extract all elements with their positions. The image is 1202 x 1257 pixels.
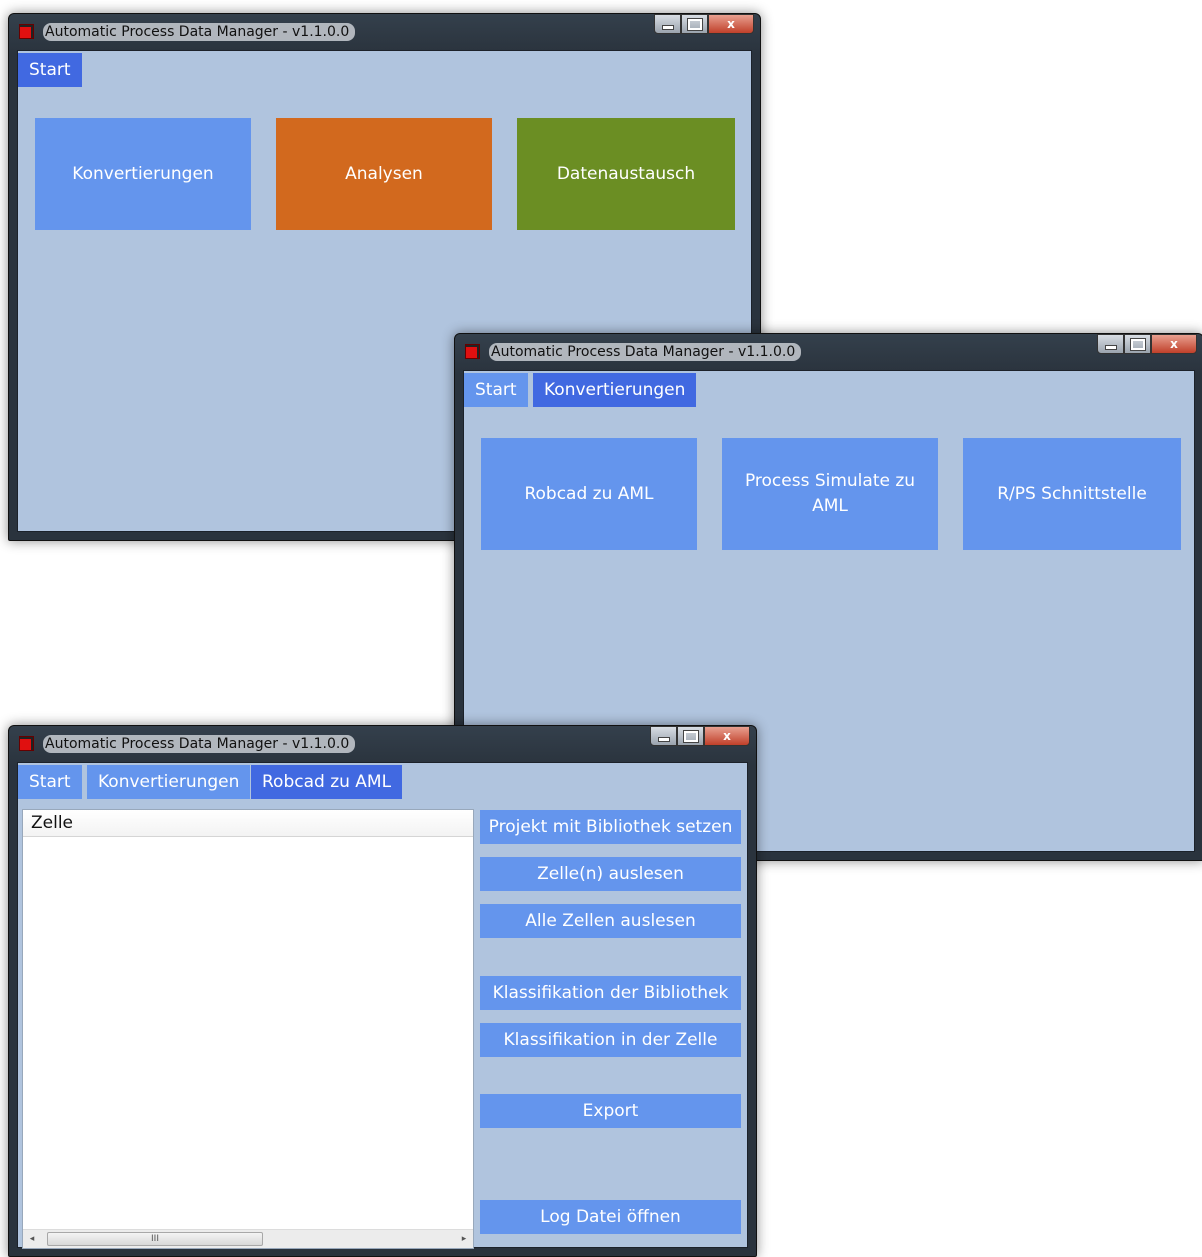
cell-list[interactable]: Zelle ◂ III ▸: [22, 809, 474, 1249]
close-button[interactable]: x: [708, 14, 754, 34]
zellen-auslesen-button[interactable]: Zelle(n) auslesen: [480, 857, 741, 891]
window-title: Automatic Process Data Manager - v1.1.0.…: [489, 343, 802, 361]
export-button[interactable]: Export: [480, 1094, 741, 1128]
close-icon: x: [1170, 337, 1178, 351]
maximize-icon: [686, 17, 703, 31]
window-title: Automatic Process Data Manager - v1.1.0.…: [43, 735, 356, 753]
log-datei-oeffnen-button[interactable]: Log Datei öffnen: [480, 1200, 741, 1234]
close-button[interactable]: x: [704, 726, 750, 746]
title-bar[interactable]: Automatic Process Data Manager - v1.1.0.…: [455, 334, 1202, 370]
minimize-button[interactable]: [1097, 334, 1124, 354]
close-icon: x: [727, 17, 735, 31]
title-bar[interactable]: Automatic Process Data Manager - v1.1.0.…: [9, 14, 760, 50]
tile-robcad-zu-aml[interactable]: Robcad zu AML: [481, 438, 697, 550]
maximize-icon: [1129, 337, 1146, 351]
projekt-mit-bibliothek-setzen-button[interactable]: Projekt mit Bibliothek setzen: [480, 810, 741, 844]
tab-konvertierungen[interactable]: Konvertierungen: [533, 373, 697, 407]
minimize-button[interactable]: [650, 726, 677, 746]
maximize-icon: [682, 729, 699, 743]
tab-start[interactable]: Start: [18, 53, 82, 87]
close-button[interactable]: x: [1151, 334, 1197, 354]
scroll-left-arrow-icon[interactable]: ◂: [23, 1230, 41, 1248]
klassifikation-der-bibliothek-button[interactable]: Klassifikation der Bibliothek: [480, 976, 741, 1010]
scroll-grip-icon: III: [151, 1234, 159, 1244]
klassifikation-in-der-zelle-button[interactable]: Klassifikation in der Zelle: [480, 1023, 741, 1057]
window-robcad-zu-aml: Automatic Process Data Manager - v1.1.0.…: [8, 725, 757, 1257]
window-controls: x: [654, 14, 754, 36]
app-icon: [465, 344, 480, 359]
client-area: Start Konvertierungen Robcad zu AML Zell…: [17, 762, 748, 1249]
tab-konvertierungen[interactable]: Konvertierungen: [87, 765, 251, 799]
tile-analysen[interactable]: Analysen: [276, 118, 492, 230]
window-controls: x: [1097, 334, 1197, 356]
title-bar[interactable]: Automatic Process Data Manager - v1.1.0.…: [9, 726, 756, 762]
column-header-zelle[interactable]: Zelle: [23, 810, 473, 837]
minimize-button[interactable]: [654, 14, 681, 34]
scroll-right-arrow-icon[interactable]: ▸: [455, 1230, 473, 1248]
minimize-icon: [661, 24, 674, 30]
alle-zellen-auslesen-button[interactable]: Alle Zellen auslesen: [480, 904, 741, 938]
maximize-button[interactable]: [677, 726, 704, 746]
app-icon: [19, 736, 34, 751]
horizontal-scrollbar[interactable]: ◂ III ▸: [23, 1229, 473, 1248]
app-icon: [19, 24, 34, 39]
tab-robcad-zu-aml[interactable]: Robcad zu AML: [251, 765, 403, 799]
scroll-thumb[interactable]: III: [47, 1232, 263, 1246]
tab-start[interactable]: Start: [464, 373, 528, 407]
maximize-button[interactable]: [681, 14, 708, 34]
tile-rps-schnittstelle[interactable]: R/PS Schnittstelle: [963, 438, 1181, 550]
tile-datenaustausch[interactable]: Datenaustausch: [517, 118, 735, 230]
tab-start[interactable]: Start: [18, 765, 82, 799]
close-icon: x: [723, 729, 731, 743]
maximize-button[interactable]: [1124, 334, 1151, 354]
tile-process-simulate-zu-aml[interactable]: Process Simulate zu AML: [722, 438, 938, 550]
window-controls: x: [650, 726, 750, 748]
tile-konvertierungen[interactable]: Konvertierungen: [35, 118, 251, 230]
minimize-icon: [1104, 344, 1117, 350]
minimize-icon: [657, 736, 670, 742]
window-title: Automatic Process Data Manager - v1.1.0.…: [43, 23, 356, 41]
